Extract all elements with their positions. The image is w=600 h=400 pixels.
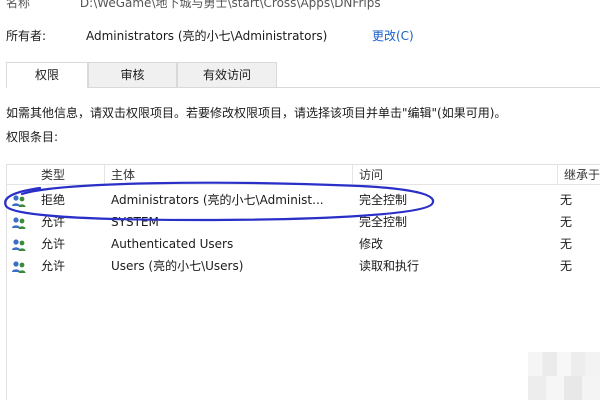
permission-entries-list[interactable]: 类型 主体 访问 继承于 拒绝 Administrators (亮的小七\Adm… xyxy=(6,164,600,400)
row-inherited-from: 无 xyxy=(560,237,573,251)
table-row[interactable]: 拒绝 Administrators (亮的小七\Administ... 完全控制… xyxy=(7,189,600,211)
owner-label: 所有者: xyxy=(6,29,47,43)
table-row[interactable]: 允许 Users (亮的小七\Users) 读取和执行 无 xyxy=(7,255,600,277)
name-path: D:\WeGame\地下城与勇士\start\Cross\Apps\DNFrip… xyxy=(79,0,381,10)
row-access: 完全控制 xyxy=(359,193,408,207)
instructions-text: 如需其他信息，请双击权限项目。若要修改权限项目，请选择该项目并单击"编辑"(如果… xyxy=(6,106,507,120)
name-row: 名称 D:\WeGame\地下城与勇士\start\Cross\Apps\DNF… xyxy=(6,0,381,11)
advanced-security-settings: 名称 D:\WeGame\地下城与勇士\start\Cross\Apps\DNF… xyxy=(0,0,600,400)
permission-entries-label: 权限条目: xyxy=(6,130,59,144)
column-header-principal[interactable]: 主体 xyxy=(105,165,353,185)
row-inherited-from: 无 xyxy=(560,259,573,273)
users-group-icon xyxy=(11,211,33,233)
users-group-icon xyxy=(11,255,33,277)
row-type: 拒绝 xyxy=(41,193,66,207)
row-inherited-from: 无 xyxy=(560,193,573,207)
row-inherited-from: 无 xyxy=(560,215,573,229)
tab-permissions[interactable]: 权限 xyxy=(6,62,88,88)
row-principal: SYSTEM xyxy=(111,215,159,229)
row-access: 修改 xyxy=(359,237,384,251)
name-label: 名称 xyxy=(6,0,31,10)
column-header-inherited-from[interactable]: 继承于 xyxy=(558,165,600,185)
row-type: 允许 xyxy=(41,215,66,229)
row-principal: Authenticated Users xyxy=(111,237,234,251)
table-row[interactable]: 允许 SYSTEM 完全控制 无 xyxy=(7,211,600,233)
column-header-access[interactable]: 访问 xyxy=(353,165,558,185)
tab-bar: 权限 审核 有效访问 xyxy=(6,62,600,88)
row-type: 允许 xyxy=(41,259,66,273)
tab-auditing[interactable]: 审核 xyxy=(88,62,177,87)
users-group-icon xyxy=(11,233,33,255)
column-header-type[interactable]: 类型 xyxy=(35,165,105,185)
owner-value: Administrators (亮的小七\Administrators) xyxy=(86,29,328,43)
users-group-icon xyxy=(11,189,33,211)
row-principal: Administrators (亮的小七\Administ... xyxy=(111,193,324,207)
column-header-icon xyxy=(7,165,35,185)
row-access: 完全控制 xyxy=(359,215,408,229)
tab-effective-access[interactable]: 有效访问 xyxy=(177,62,277,87)
change-owner-link[interactable]: 更改(C) xyxy=(372,27,414,44)
table-row[interactable]: 允许 Authenticated Users 修改 无 xyxy=(7,233,600,255)
watermark-blur xyxy=(528,352,600,400)
row-type: 允许 xyxy=(41,237,66,251)
row-access: 读取和执行 xyxy=(359,259,420,273)
permissions-panel: 如需其他信息，请双击权限项目。若要修改权限项目，请选择该项目并单击"编辑"(如果… xyxy=(0,88,600,400)
row-principal: Users (亮的小七\Users) xyxy=(111,259,244,273)
owner-row: 所有者: Administrators (亮的小七\Administrators… xyxy=(6,27,414,44)
